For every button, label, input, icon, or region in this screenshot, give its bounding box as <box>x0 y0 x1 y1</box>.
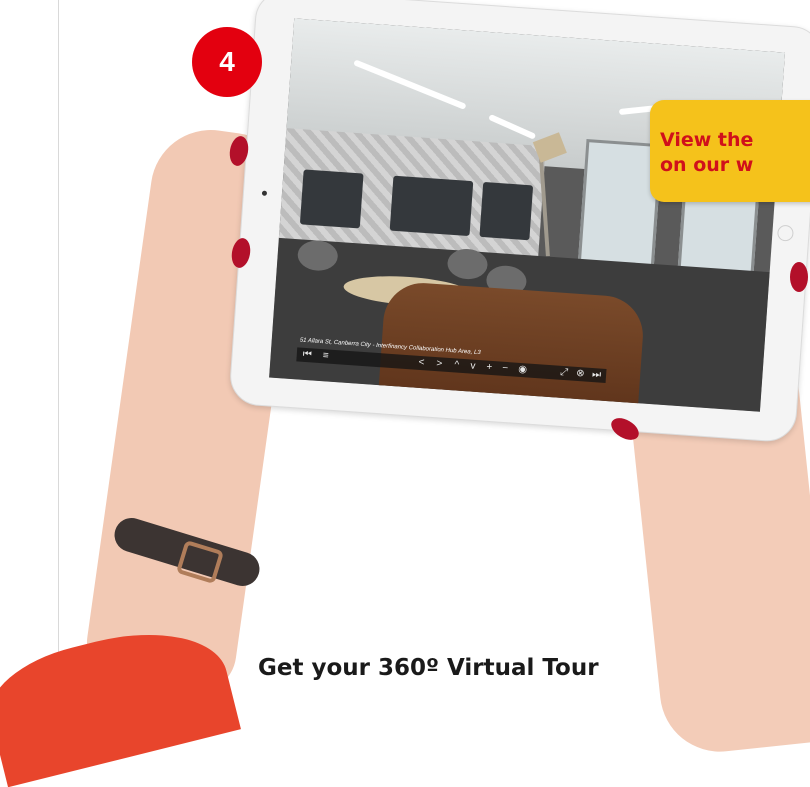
first-scene-button[interactable]: ⏮ <box>302 348 312 363</box>
callout-line-2: on our w <box>660 154 754 176</box>
fingernail <box>790 262 808 292</box>
booth-seat <box>389 175 474 237</box>
menu-icon[interactable]: ≡ <box>322 349 329 363</box>
callout-line-1: View the <box>660 129 754 151</box>
zoom-in-button[interactable]: + <box>486 361 493 375</box>
virtual-tour-viewer[interactable]: 51 Allara St, Canberra City - Interfinan… <box>269 18 786 412</box>
close-icon[interactable]: ⊗ <box>576 367 585 382</box>
pan-down-button[interactable]: v <box>470 360 476 374</box>
cta-heading: Get your 360º Virtual Tour <box>258 655 599 681</box>
tablet-camera <box>261 190 268 196</box>
view-eye-icon[interactable]: ◉ <box>518 363 528 378</box>
pan-right-button[interactable]: > <box>436 357 443 371</box>
tablet-home-button <box>776 224 794 242</box>
pan-up-button[interactable]: ^ <box>454 358 460 372</box>
booth-seat <box>479 181 534 241</box>
left-divider-line <box>58 0 59 690</box>
view-tour-callout[interactable]: View the on our w <box>650 100 810 202</box>
callout-text: View the on our w <box>660 128 753 178</box>
step-number-badge: 4 <box>192 27 262 97</box>
pan-left-button[interactable]: < <box>418 356 425 370</box>
fullscreen-icon[interactable]: ⤢ <box>560 366 569 381</box>
last-scene-button[interactable]: ⏭ <box>592 368 602 383</box>
tablet-device: 51 Allara St, Canberra City - Interfinan… <box>228 0 810 444</box>
booth-seat <box>299 169 364 229</box>
zoom-out-button[interactable]: − <box>502 362 509 376</box>
